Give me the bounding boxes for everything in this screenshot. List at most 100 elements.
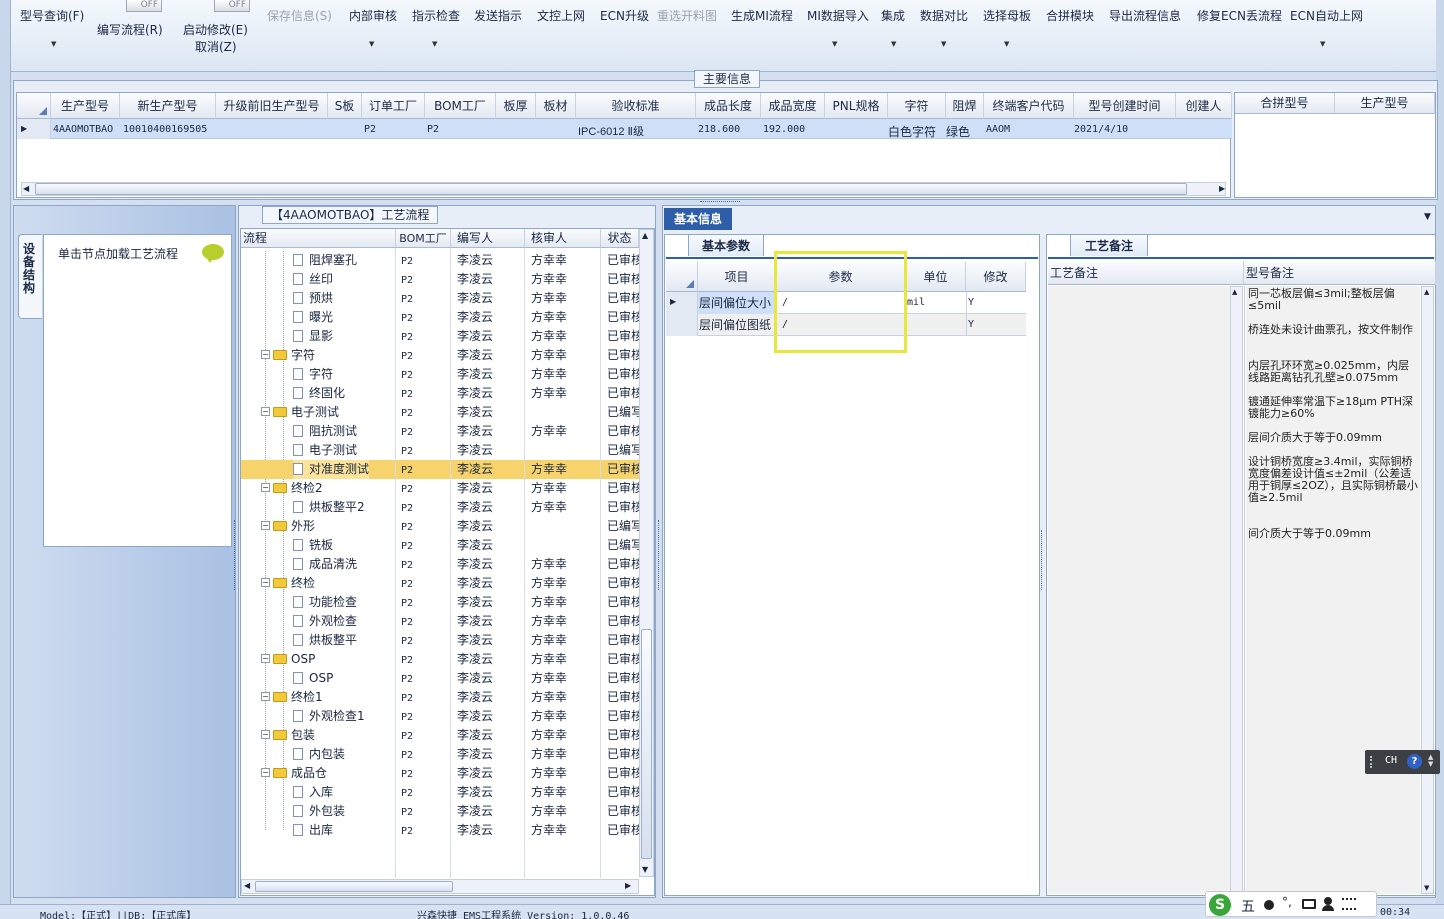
tree-row[interactable]: − 包装 P2 李凌云 方幸幸 已审核: [241, 726, 641, 745]
tree-row[interactable]: − 成品仓 P2 李凌云 方幸幸 已审核: [241, 764, 641, 783]
cancel-button[interactable]: 取消(Z): [195, 38, 237, 55]
status-cell[interactable]: 已审核: [607, 764, 639, 783]
checker-cell[interactable]: 方幸幸: [531, 365, 567, 384]
tab-basic-info[interactable]: 基本信息: [664, 208, 732, 230]
col-header[interactable]: 状态: [601, 229, 639, 248]
status-cell[interactable]: 已审核: [607, 574, 639, 593]
checker-cell[interactable]: 方幸幸: [531, 669, 567, 688]
col-header[interactable]: 验收标准: [576, 93, 696, 119]
checker-cell[interactable]: 方幸幸: [531, 498, 567, 517]
writer-cell[interactable]: 李凌云: [457, 270, 493, 289]
tree-node[interactable]: 电子测试: [293, 441, 357, 460]
tree-node[interactable]: − 终检: [261, 574, 315, 593]
status-cell[interactable]: 已审核: [607, 384, 639, 403]
checker-cell[interactable]: 方幸幸: [531, 593, 567, 612]
status-cell[interactable]: 已审核: [607, 726, 639, 745]
status-cell[interactable]: 已审核: [607, 745, 639, 764]
tree-node[interactable]: − 包装: [261, 726, 315, 745]
user-icon[interactable]: [1324, 897, 1332, 905]
param-item[interactable]: 层间偏位大小: [698, 292, 776, 314]
cell[interactable]: 10010400169505: [123, 124, 207, 135]
bom-factory-cell[interactable]: P2: [401, 575, 413, 594]
writer-cell[interactable]: 李凌云: [457, 745, 493, 764]
writer-cell[interactable]: 李凌云: [457, 688, 493, 707]
col-header[interactable]: 修改: [966, 262, 1026, 292]
help-icon[interactable]: ?: [1407, 754, 1422, 769]
checker-cell[interactable]: 方幸幸: [531, 688, 567, 707]
col-header[interactable]: 项目: [698, 262, 776, 292]
tree-node[interactable]: OSP: [293, 669, 333, 688]
splitter-grip[interactable]: [658, 520, 661, 590]
scrollbar-thumb[interactable]: [641, 629, 652, 859]
col-header[interactable]: BOM工厂: [425, 93, 496, 119]
collapse-icon[interactable]: −: [261, 407, 270, 416]
tab-basic-params[interactable]: 基本参数: [688, 234, 764, 256]
bom-factory-cell[interactable]: P2: [401, 518, 413, 537]
bom-factory-cell[interactable]: P2: [401, 784, 413, 803]
status-cell[interactable]: 已审核: [607, 460, 639, 479]
scroll-left-icon[interactable]: ◀: [23, 182, 29, 196]
writer-cell[interactable]: 李凌云: [457, 555, 493, 574]
export-flow-info-button[interactable]: 导出流程信息: [1109, 7, 1181, 24]
tree-node[interactable]: − 外形: [261, 517, 315, 536]
col-header[interactable]: S板: [328, 93, 362, 119]
tree-row[interactable]: 烘板整平2 P2 李凌云 方幸幸 已审核: [241, 498, 641, 517]
checker-cell[interactable]: 方幸幸: [531, 574, 567, 593]
status-cell[interactable]: 已审核: [607, 479, 639, 498]
writer-cell[interactable]: 李凌云: [457, 764, 493, 783]
tree-node[interactable]: 出库: [293, 821, 333, 840]
writer-cell[interactable]: 李凌云: [457, 783, 493, 802]
chevron-down-icon[interactable]: ▼: [1004, 40, 1009, 48]
checker-cell[interactable]: 方幸幸: [531, 707, 567, 726]
checker-cell[interactable]: 方幸幸: [531, 745, 567, 764]
scrollbar-thumb[interactable]: [35, 183, 1187, 195]
send-instruction-button[interactable]: 发送指示: [474, 7, 522, 24]
param-edit[interactable]: Y: [968, 319, 974, 330]
tree-row[interactable]: 外观检查1 P2 李凌云 方幸幸 已审核: [241, 707, 641, 726]
chevron-down-icon[interactable]: ▼: [369, 40, 374, 48]
tree-row[interactable]: 终固化 P2 李凌云 方幸幸 已审核: [241, 384, 641, 403]
tree-node[interactable]: 内包装: [293, 745, 345, 764]
writer-cell[interactable]: 李凌云: [457, 365, 493, 384]
tree-row[interactable]: OSP P2 李凌云 方幸幸 已审核: [241, 669, 641, 688]
tree-node[interactable]: − OSP: [261, 650, 315, 669]
scroll-right-icon[interactable]: ▶: [625, 881, 631, 890]
tree-row[interactable]: 阻焊塞孔 P2 李凌云 方幸幸 已审核: [241, 251, 641, 270]
chevron-down-icon[interactable]: ▼: [891, 40, 896, 48]
tree-row[interactable]: 预烘 P2 李凌云 方幸幸 已审核: [241, 289, 641, 308]
collapse-icon[interactable]: −: [261, 730, 270, 739]
bom-factory-cell[interactable]: P2: [401, 803, 413, 822]
tree-node[interactable]: 成品清洗: [293, 555, 357, 574]
status-cell[interactable]: 已审核: [607, 688, 639, 707]
status-cell[interactable]: 已审核: [607, 555, 639, 574]
scroll-right-icon[interactable]: ▶: [1219, 182, 1225, 196]
status-cell[interactable]: 已审核: [607, 783, 639, 802]
col-header[interactable]: 字符: [888, 93, 946, 119]
tree-node[interactable]: 阻焊塞孔: [293, 251, 357, 270]
bom-factory-cell[interactable]: P2: [401, 347, 413, 366]
chevron-down-icon[interactable]: ▼: [51, 40, 56, 48]
tree-node[interactable]: 功能检查: [293, 593, 357, 612]
tree-row[interactable]: 入库 P2 李凌云 方幸幸 已审核: [241, 783, 641, 802]
col-header[interactable]: 工艺备注: [1048, 261, 1244, 285]
chevron-down-icon[interactable]: ▼: [941, 40, 946, 48]
tree-row[interactable]: 对准度测试 P2 李凌云 方幸幸 已审核: [241, 460, 641, 479]
tree-node[interactable]: 外包装: [293, 802, 345, 821]
status-cell[interactable]: 已审核: [607, 422, 639, 441]
instruction-check-button[interactable]: 指示检查: [412, 7, 460, 24]
writer-cell[interactable]: 李凌云: [457, 574, 493, 593]
cell[interactable]: AAOM: [986, 124, 1010, 135]
tab-process-remarks[interactable]: 工艺备注: [1070, 234, 1148, 256]
collapse-icon[interactable]: −: [261, 578, 270, 587]
doc-control-online-button[interactable]: 文控上网: [537, 7, 585, 24]
tree-row[interactable]: 丝印 P2 李凌云 方幸幸 已审核: [241, 270, 641, 289]
scroll-up-icon[interactable]: ▲: [1424, 288, 1429, 296]
writer-cell[interactable]: 李凌云: [457, 517, 493, 536]
tree-node[interactable]: 曝光: [293, 308, 333, 327]
bom-factory-cell[interactable]: P2: [401, 689, 413, 708]
tree-row[interactable]: 内包装 P2 李凌云 方幸幸 已审核: [241, 745, 641, 764]
writer-cell[interactable]: 李凌云: [457, 384, 493, 403]
status-cell[interactable]: 已编写: [607, 441, 639, 460]
bom-factory-cell[interactable]: P2: [401, 765, 413, 784]
scroll-up-icon[interactable]: ▲: [1232, 288, 1237, 296]
